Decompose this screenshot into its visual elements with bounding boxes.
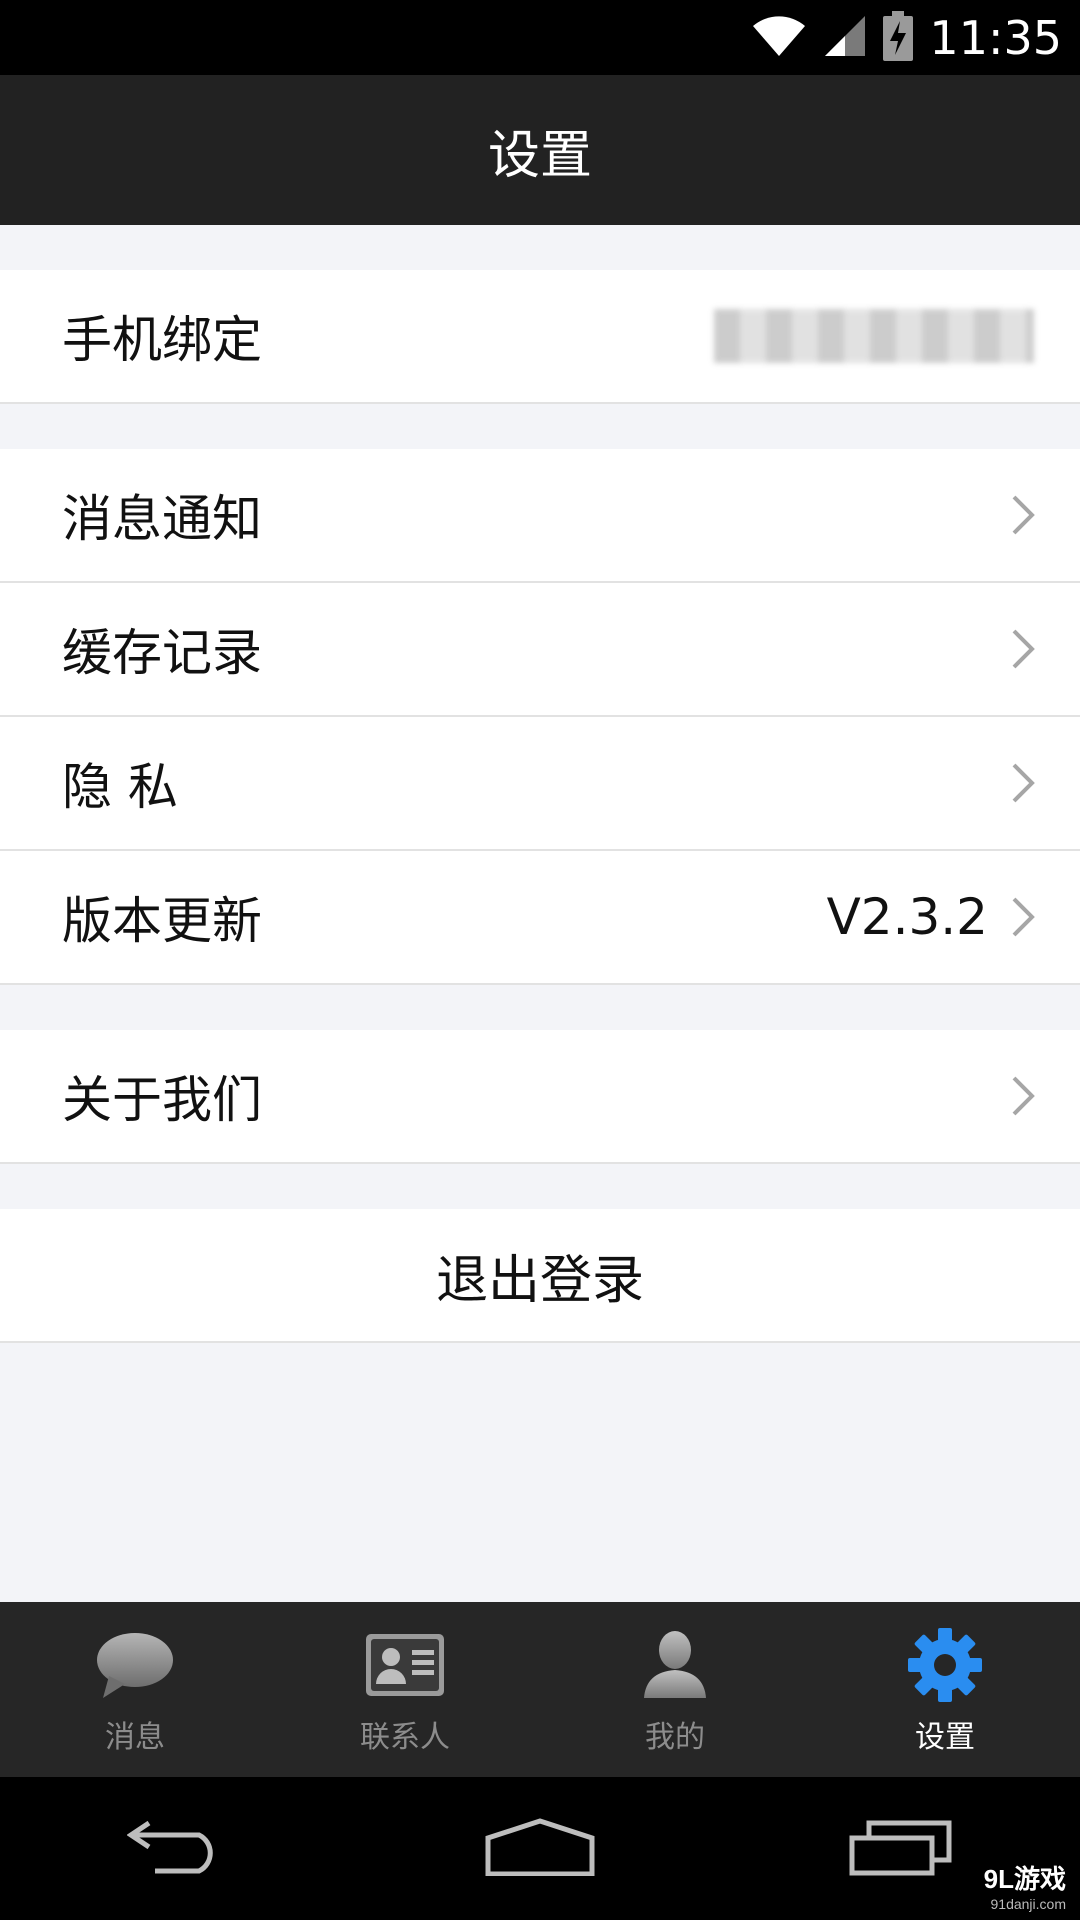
gear-icon (907, 1624, 983, 1706)
chevron-right-icon (1006, 760, 1040, 806)
recent-apps-icon[interactable] (849, 1818, 953, 1880)
settings-item-cache[interactable]: 缓存记录 (0, 583, 1080, 717)
logout-button[interactable]: 退出登录 (0, 1209, 1080, 1343)
title-bar: 设置 (0, 75, 1080, 225)
tab-label: 联系人 (360, 1719, 450, 1755)
status-bar: 11:35 (0, 0, 1080, 75)
system-navigation-bar (0, 1777, 1080, 1920)
settings-item-label: 消息通知 (62, 490, 262, 548)
person-icon (642, 1624, 708, 1706)
status-icons: 11:35 (751, 0, 1062, 75)
section-gap (0, 225, 1080, 270)
status-time: 11:35 (929, 10, 1062, 65)
chevron-right-icon (1006, 626, 1040, 672)
settings-item-about[interactable]: 关于我们 (0, 1030, 1080, 1164)
wifi-icon (751, 14, 807, 62)
tab-settings[interactable]: 设置 (810, 1602, 1080, 1777)
settings-item-privacy[interactable]: 隐 私 (0, 717, 1080, 851)
tab-label: 消息 (105, 1719, 165, 1755)
back-icon[interactable] (126, 1819, 231, 1879)
chevron-right-icon (1006, 894, 1040, 940)
chat-bubble-icon (95, 1624, 175, 1706)
home-icon[interactable] (484, 1817, 596, 1880)
contact-card-icon (364, 1624, 446, 1706)
watermark-url: 91danji.com (990, 1896, 1067, 1912)
bottom-tab-bar: 消息 联系人 我的 设置 (0, 1602, 1080, 1777)
settings-item-label: 关于我们 (62, 1071, 262, 1129)
tab-label: 我的 (645, 1719, 705, 1755)
settings-item-label: 手机绑定 (62, 311, 262, 369)
settings-item-label: 隐 私 (62, 758, 178, 816)
settings-list: 手机绑定 消息通知 缓存记录 隐 私 版本更新 V2.3.2 关于我们 退出登录 (0, 225, 1080, 1343)
tab-profile[interactable]: 我的 (540, 1602, 810, 1777)
settings-item-version[interactable]: 版本更新 V2.3.2 (0, 851, 1080, 985)
section-gap (0, 985, 1080, 1030)
version-value: V2.3.2 (826, 888, 988, 946)
battery-charging-icon (883, 10, 914, 65)
tab-label: 设置 (915, 1719, 975, 1755)
tab-messages[interactable]: 消息 (0, 1602, 270, 1777)
page-title: 设置 (487, 125, 592, 186)
masked-phone-number (714, 309, 1034, 363)
watermark-logo: 9L游戏 (983, 1864, 1066, 1894)
chevron-right-icon (1006, 492, 1040, 538)
settings-item-label: 缓存记录 (62, 624, 262, 682)
settings-item-label: 版本更新 (62, 892, 262, 950)
settings-item-phone-binding[interactable]: 手机绑定 (0, 270, 1080, 404)
chevron-right-icon (1006, 1073, 1040, 1119)
tab-contacts[interactable]: 联系人 (270, 1602, 540, 1777)
signal-icon (823, 14, 867, 62)
logout-label: 退出登录 (435, 1250, 644, 1311)
settings-item-notifications[interactable]: 消息通知 (0, 449, 1080, 583)
watermark: 9L游戏 91danji.com (984, 1859, 1066, 1912)
section-gap (0, 404, 1080, 449)
section-gap (0, 1164, 1080, 1209)
